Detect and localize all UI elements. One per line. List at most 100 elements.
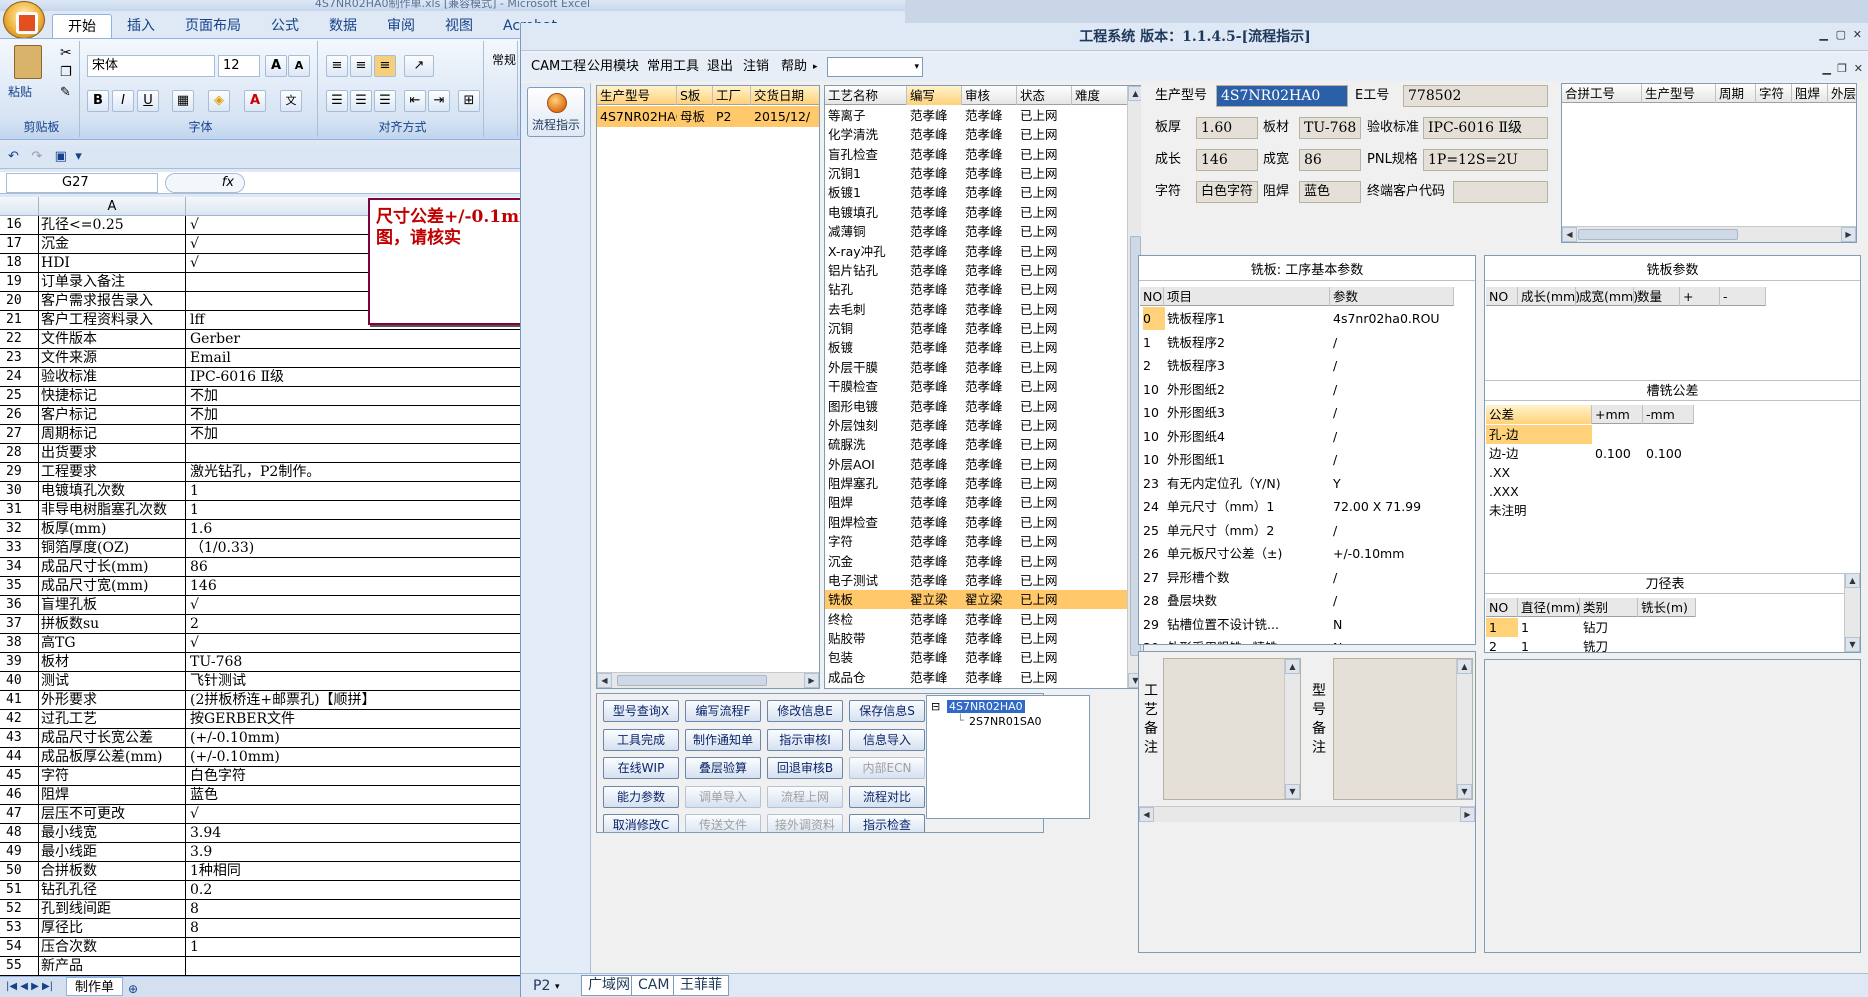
action-button[interactable]: 能力参数 [603, 785, 679, 808]
model-field[interactable]: 4S7NR02HA0 [1216, 85, 1348, 107]
action-button[interactable]: 流程上网 [767, 785, 843, 808]
slot-row[interactable]: 边-边 0.100 0.100 [1486, 444, 1694, 463]
minimize-icon[interactable]: ▁ [1820, 28, 1828, 41]
process-row[interactable]: 化学清洗 范孝峰 范孝峰 已上网 [825, 125, 1129, 144]
scroll-right-icon[interactable]: ▶ [804, 673, 819, 688]
row-number[interactable]: 31 [0, 501, 34, 520]
process-row[interactable]: 阻焊检查 范孝峰 范孝峰 已上网 [825, 513, 1129, 532]
row-number[interactable]: 42 [0, 710, 34, 729]
fx-button[interactable]: fx [165, 173, 245, 193]
row-number[interactable]: 45 [0, 767, 34, 786]
cell-a[interactable]: 电镀填孔次数 [38, 482, 186, 501]
action-button[interactable]: 在线WIP [603, 757, 679, 779]
process-row[interactable]: 干膜检查 范孝峰 范孝峰 已上网 [825, 377, 1129, 396]
process-row[interactable]: 减薄铜 范孝峰 范孝峰 已上网 [825, 222, 1129, 241]
copy-icon[interactable]: ❐ [60, 65, 72, 80]
align-bottom-icon[interactable]: ≡ [374, 55, 396, 77]
cell-a[interactable]: 客户工程资料录入 [38, 311, 186, 330]
row-number[interactable]: 26 [0, 406, 34, 425]
param-row[interactable]: 26 单元板尺寸公差（±) +/-0.10mm [1140, 542, 1454, 565]
cell-a[interactable]: 成品尺寸宽(mm) [38, 577, 186, 596]
slot-row[interactable]: .XX [1486, 463, 1694, 482]
combine-col-model[interactable]: 生产型号 [1642, 84, 1716, 103]
combine-col-no[interactable]: 合拼工号 [1562, 84, 1642, 103]
cell-a[interactable]: 过孔工艺 [38, 710, 186, 729]
proc-col-difficulty[interactable]: 难度 [1072, 86, 1129, 105]
param-row[interactable]: 29 钻槽位置不设计铣... N [1140, 613, 1454, 636]
row-number[interactable]: 27 [0, 425, 34, 444]
cell-a[interactable]: 文件来源 [38, 349, 186, 368]
row-number[interactable]: 52 [0, 900, 34, 919]
row-number[interactable]: 22 [0, 330, 34, 349]
order-row[interactable]: 4S7NR02HA0 母板 P2 2015/12/ [597, 106, 819, 127]
underline-icon[interactable]: U [137, 90, 159, 112]
row-number[interactable]: 50 [0, 862, 34, 881]
cell-a[interactable]: 客户标记 [38, 406, 186, 425]
font-name-combo[interactable]: 宋体 [87, 55, 215, 77]
row-number[interactable]: 36 [0, 596, 34, 615]
close-icon[interactable]: ✕ [1853, 28, 1862, 41]
row-number[interactable]: 29 [0, 463, 34, 482]
param-row[interactable]: 10 外形图纸1 / [1140, 448, 1454, 471]
row-number[interactable]: 39 [0, 653, 34, 672]
process-row[interactable]: 外层蚀刻 范孝峰 范孝峰 已上网 [825, 416, 1129, 435]
model-remark-scroll[interactable]: ▲ ▼ [1456, 659, 1472, 799]
param-row[interactable]: 1 铣板程序2 / [1140, 331, 1454, 354]
shrink-font-icon[interactable]: A [288, 55, 310, 77]
ribbon-tab[interactable]: 数据 [314, 14, 372, 38]
mask-field[interactable]: 蓝色 [1299, 181, 1361, 203]
process-row[interactable]: 等离子 范孝峰 范孝峰 已上网 [825, 106, 1129, 125]
process-row[interactable]: 阻焊塞孔 范孝峰 范孝峰 已上网 [825, 474, 1129, 493]
combine-hscroll-thumb[interactable] [1578, 229, 1738, 240]
width-field[interactable]: 86 [1299, 149, 1361, 171]
decrease-indent-icon[interactable]: ⇤ [404, 90, 426, 112]
process-row[interactable]: 图形电镀 范孝峰 范孝峰 已上网 [825, 397, 1129, 416]
cell-a[interactable]: 钻孔孔径 [38, 881, 186, 900]
proc-col-writer[interactable]: 编写 [907, 86, 962, 105]
param-row[interactable]: 10 外形图纸4 / [1140, 425, 1454, 448]
thick-field[interactable]: 1.60 [1196, 117, 1258, 139]
action-button[interactable]: 工具完成 [603, 728, 679, 751]
align-center-icon[interactable]: ☰ [350, 90, 372, 112]
cell-a[interactable]: 孔径<=0.25 [38, 216, 186, 235]
cell-a[interactable]: 验收标准 [38, 368, 186, 387]
row-number[interactable]: 55 [0, 957, 34, 976]
row-number[interactable]: 17 [0, 235, 34, 254]
menu-cam[interactable]: CAM工程 [531, 53, 586, 81]
paste-label[interactable]: 粘贴 [8, 83, 32, 100]
cell-a[interactable]: 最小线距 [38, 843, 186, 862]
menu-tools[interactable]: 常用工具 [647, 53, 699, 81]
cell-a[interactable]: 客户需求报告录入 [38, 292, 186, 311]
mdi-minimize-icon[interactable]: ▁ [1823, 55, 1831, 83]
cell-a[interactable]: 新产品 [38, 957, 186, 976]
remark2-down-icon[interactable]: ▼ [1457, 784, 1472, 799]
maximize-icon[interactable]: ▢ [1836, 28, 1846, 41]
process-row[interactable]: 板镀 范孝峰 范孝峰 已上网 [825, 338, 1129, 357]
border-icon[interactable]: ▦ [172, 90, 194, 112]
action-button[interactable]: 指示审核I [767, 728, 843, 751]
row-number[interactable]: 21 [0, 311, 34, 330]
row-number[interactable]: 16 [0, 216, 34, 235]
slot-col-minus[interactable]: -mm [1643, 405, 1694, 424]
process-row[interactable]: 成品仓 范孝峰 范孝峰 已上网 [825, 668, 1129, 687]
row-number[interactable]: 53 [0, 919, 34, 938]
sheet-tab-active[interactable]: 制作单 [66, 977, 124, 996]
slot-row[interactable]: .XXX [1486, 482, 1694, 501]
status-factory[interactable]: P2 [533, 975, 550, 997]
order-hscroll[interactable]: ◀ ▶ [597, 672, 819, 688]
row-number[interactable]: 32 [0, 520, 34, 539]
action-button[interactable]: 型号查询X [603, 700, 679, 722]
cell-a[interactable]: 合拼板数 [38, 862, 186, 881]
action-button[interactable]: 调单导入 [685, 785, 761, 808]
redo-icon[interactable]: ↷ [31, 149, 42, 164]
param-row[interactable]: 30外形采用粗铣+精铣...N [1140, 636, 1454, 644]
process-row[interactable]: 板镀1 范孝峰 范孝峰 已上网 [825, 183, 1129, 202]
status-factory-arrow-icon[interactable]: ▾ [555, 976, 560, 997]
length-field[interactable]: 146 [1196, 149, 1258, 171]
param-row[interactable]: 25 单元尺寸（mm）2 / [1140, 519, 1454, 542]
tool-col-len[interactable]: 铣长(m) [1638, 598, 1696, 617]
sheet-nav-icon[interactable]: |◀ ◀ ▶ ▶| [6, 977, 53, 997]
save-icon[interactable]: ▣ [55, 149, 67, 164]
order-col-model[interactable]: 生产型号 [597, 86, 677, 105]
combine-col-outer[interactable]: 外层 [1828, 84, 1856, 103]
